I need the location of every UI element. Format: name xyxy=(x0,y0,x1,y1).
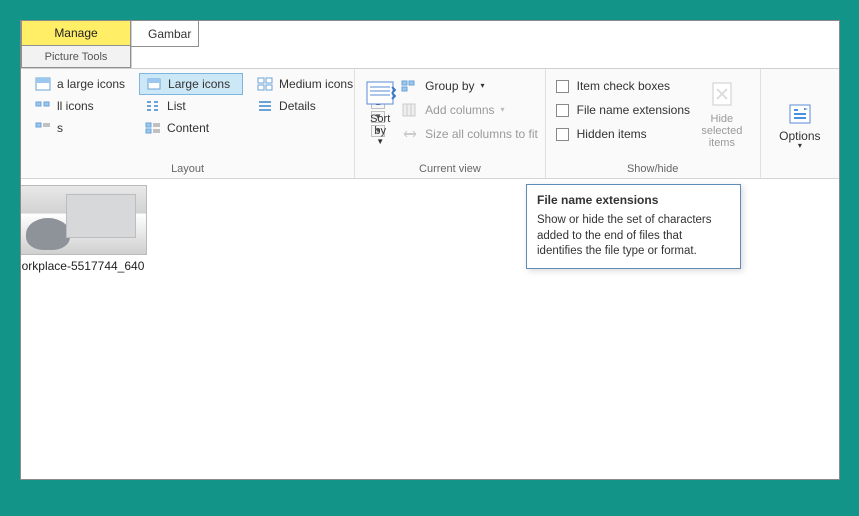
tooltip-file-name-extensions: File name extensions Show or hide the se… xyxy=(526,184,741,269)
size-all-columns-button: Size all columns to fit xyxy=(397,123,542,145)
group-options: Options ▾ xyxy=(761,69,839,178)
layout-label: Content xyxy=(167,121,209,135)
add-columns-icon xyxy=(401,102,419,118)
item-check-boxes-label: Item check boxes xyxy=(577,79,670,93)
file-pane[interactable]: orkplace-5517744_640 File name extension… xyxy=(21,179,839,479)
explorer-window: Manage Picture Tools Gambar a large icon… xyxy=(20,20,840,480)
group-label-show-hide: Show/hide xyxy=(554,161,752,178)
file-item[interactable]: orkplace-5517744_640 xyxy=(21,185,153,273)
group-by-icon xyxy=(401,78,419,94)
content-icon xyxy=(145,121,161,135)
tooltip-title: File name extensions xyxy=(537,193,730,207)
layout-extra-large-icons[interactable]: a large icons xyxy=(29,73,131,95)
layout-large-icons[interactable]: Large icons xyxy=(139,73,243,95)
extra-large-icons-icon xyxy=(35,77,51,91)
ribbon-tabset: Manage Picture Tools Gambar xyxy=(21,21,839,69)
layout-label: ll icons xyxy=(57,99,94,113)
tooltip-body: Show or hide the set of characters added… xyxy=(537,213,730,260)
file-name-extensions-toggle[interactable]: File name extensions xyxy=(554,99,692,121)
hide-selected-icon xyxy=(705,77,739,111)
sort-by-button[interactable]: Sort by ▼ xyxy=(363,73,397,161)
layout-label: List xyxy=(167,99,186,113)
group-current-view: Sort by ▼ Group by ▾ xyxy=(355,69,545,178)
options-icon xyxy=(786,101,814,129)
layout-list[interactable]: List xyxy=(139,95,243,117)
layout-content[interactable]: Content xyxy=(139,117,243,139)
checkbox-icon xyxy=(556,128,569,141)
dropdown-arrow-icon: ▾ xyxy=(501,105,505,114)
hidden-items-toggle[interactable]: Hidden items xyxy=(554,123,692,145)
add-columns-button: Add columns ▾ xyxy=(397,99,542,121)
hidden-items-label: Hidden items xyxy=(577,127,647,141)
dropdown-arrow-icon: ▾ xyxy=(798,141,802,150)
size-columns-icon xyxy=(401,126,419,142)
layout-label: Medium icons xyxy=(279,77,353,91)
ribbon: a large icons ll icons s xyxy=(21,69,839,179)
layout-tiles[interactable]: s xyxy=(29,117,131,139)
file-name-extensions-label: File name extensions xyxy=(577,103,690,117)
contextual-tab-stack: Manage Picture Tools xyxy=(21,21,131,68)
group-show-hide: Item check boxes File name extensions Hi… xyxy=(546,69,761,178)
dropdown-arrow-icon: ▼ xyxy=(376,137,384,146)
layout-details[interactable]: Details xyxy=(251,95,361,117)
group-by-label: Group by xyxy=(425,79,474,93)
small-icons-icon xyxy=(35,99,51,113)
group-layout: a large icons ll icons s xyxy=(21,69,355,178)
layout-label: Details xyxy=(279,99,316,113)
layout-label: a large icons xyxy=(57,77,125,91)
tab-picture-tools: Picture Tools xyxy=(21,46,131,68)
layout-medium-icons[interactable]: Medium icons xyxy=(251,73,361,95)
group-by-button[interactable]: Group by ▾ xyxy=(397,75,542,97)
layout-small-icons[interactable]: ll icons xyxy=(29,95,131,117)
list-icon xyxy=(145,99,161,113)
layout-label: Large icons xyxy=(168,77,230,91)
dropdown-arrow-icon: ▾ xyxy=(481,81,485,90)
file-thumbnail xyxy=(21,185,147,255)
sort-by-label: Sort by xyxy=(370,113,390,137)
group-label-current-view: Current view xyxy=(363,161,536,178)
item-check-boxes-toggle[interactable]: Item check boxes xyxy=(554,75,692,97)
checkbox-icon xyxy=(556,104,569,117)
size-all-label: Size all columns to fit xyxy=(425,127,538,141)
hide-selected-items-button: Hide selected items xyxy=(692,73,752,161)
add-columns-label: Add columns xyxy=(425,103,494,117)
medium-icons-icon xyxy=(257,77,273,91)
options-button[interactable]: Options ▾ xyxy=(769,73,831,173)
layout-label: s xyxy=(57,121,63,135)
file-name-label: orkplace-5517744_640 xyxy=(21,259,153,273)
checkbox-icon xyxy=(556,80,569,93)
group-label-options xyxy=(769,173,831,178)
group-label-layout: Layout xyxy=(29,161,346,178)
sort-by-icon xyxy=(363,77,397,111)
hide-selected-label: Hide selected items xyxy=(692,113,752,149)
details-icon xyxy=(257,99,273,113)
right-tab-wrap: Gambar xyxy=(131,21,207,68)
tiles-icon xyxy=(35,121,51,135)
tab-manage[interactable]: Manage xyxy=(21,21,131,46)
large-icons-icon xyxy=(146,77,162,91)
